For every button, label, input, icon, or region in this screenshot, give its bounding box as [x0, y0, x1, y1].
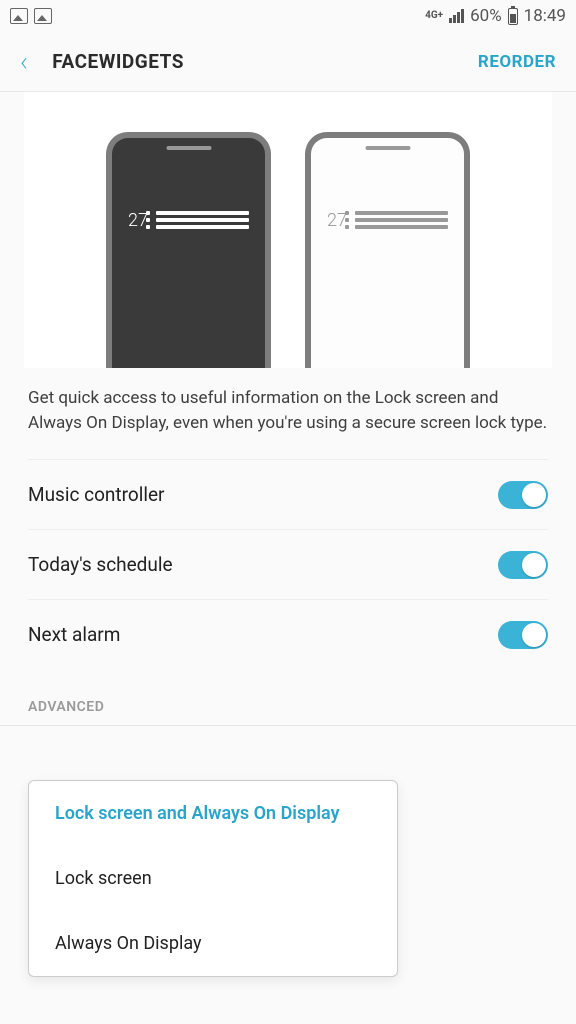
section-header-advanced: ADVANCED — [0, 669, 576, 726]
toggle-switch[interactable] — [498, 481, 548, 509]
reorder-button[interactable]: REORDER — [478, 52, 556, 72]
widget-number: 27 — [128, 210, 148, 231]
toggle-switch[interactable] — [498, 621, 548, 649]
signal-icon — [449, 9, 464, 23]
status-bar: 4G+ 60% 18:49 — [0, 0, 576, 32]
clock: 18:49 — [524, 6, 566, 26]
toggle-row-alarm[interactable]: Next alarm — [28, 599, 548, 669]
toggle-label: Music controller — [28, 483, 164, 506]
widget-lines-icon — [355, 208, 448, 232]
toggle-switch[interactable] — [498, 551, 548, 579]
toggle-label: Next alarm — [28, 623, 120, 646]
page-title: FACEWIDGETS — [52, 50, 478, 73]
battery-icon — [508, 8, 518, 25]
preview-area: 27 27 — [24, 92, 552, 368]
toggle-list: Music controller Today's schedule Next a… — [0, 459, 576, 669]
status-right: 4G+ 60% 18:49 — [425, 6, 566, 26]
dropdown-popup: Lock screen and Always On Display Lock s… — [28, 780, 398, 977]
phone-mock-dark: 27 — [106, 132, 271, 368]
battery-pct: 60% — [470, 6, 502, 26]
description-text: Get quick access to useful information o… — [0, 368, 576, 459]
popup-option-aod[interactable]: Always On Display — [29, 911, 397, 976]
popup-option-lock-aod[interactable]: Lock screen and Always On Display — [29, 781, 397, 846]
back-button[interactable]: ‹ — [20, 45, 28, 78]
app-header: ‹ FACEWIDGETS REORDER — [0, 32, 576, 92]
phone-mock-light: 27 — [305, 132, 470, 368]
widget-lines-icon — [156, 208, 249, 232]
network-type: 4G+ — [425, 11, 443, 21]
widget-number: 27 — [327, 210, 347, 231]
popup-option-lock[interactable]: Lock screen — [29, 846, 397, 911]
toggle-row-schedule[interactable]: Today's schedule — [28, 529, 548, 599]
picture-icon — [34, 8, 52, 24]
widget-row: 27 — [327, 208, 448, 232]
widget-row: 27 — [128, 208, 249, 232]
toggle-label: Today's schedule — [28, 553, 173, 576]
status-left — [10, 8, 52, 24]
picture-icon — [10, 8, 28, 24]
toggle-row-music[interactable]: Music controller — [28, 459, 548, 529]
